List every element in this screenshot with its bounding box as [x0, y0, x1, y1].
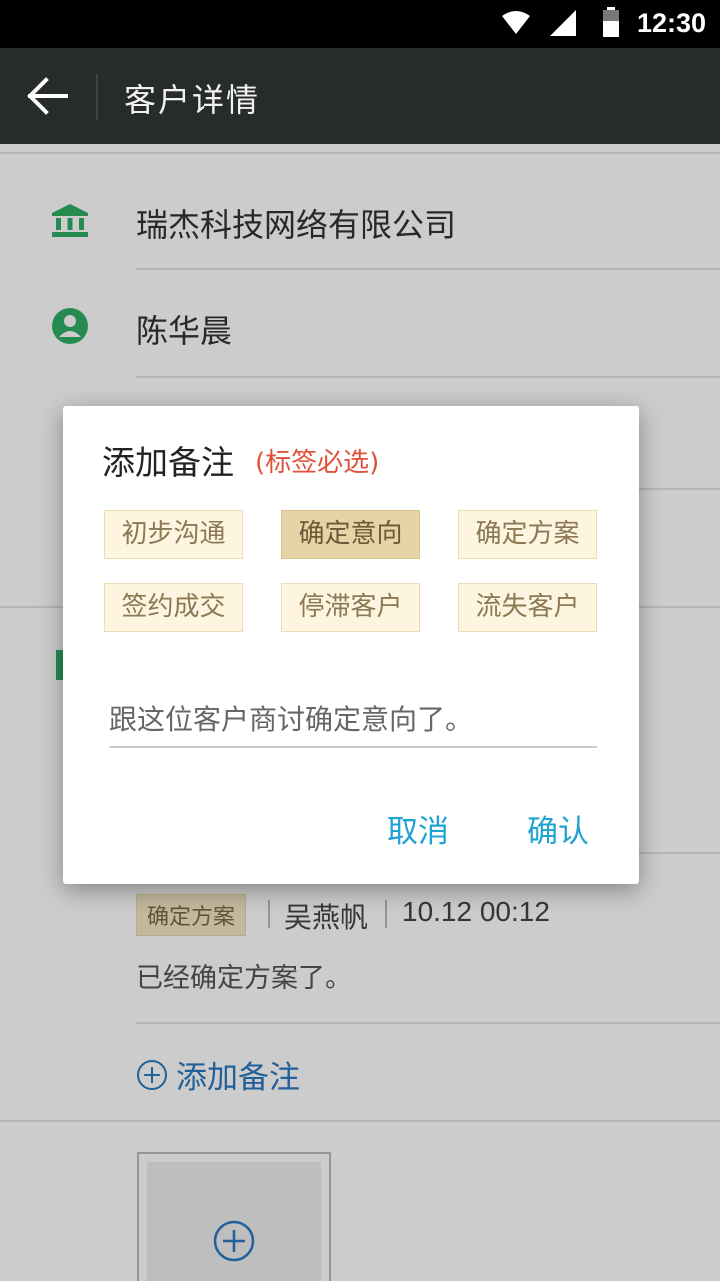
add-note-dialog: 添加备注 (标签必选) 初步沟通 确定意向 确定方案 签约成交 停滞客户 流失客… — [63, 406, 639, 884]
status-bar: 12:30 — [0, 0, 720, 48]
status-time: 12:30 — [636, 8, 706, 38]
back-arrow-icon[interactable] — [26, 76, 70, 116]
app-bar: 客户详情 — [0, 48, 720, 144]
tag-option[interactable]: 签约成交 — [104, 583, 243, 632]
app-bar-divider — [96, 74, 98, 120]
tag-option-selected[interactable]: 确定意向 — [281, 510, 420, 559]
battery-icon — [603, 7, 619, 37]
confirm-button[interactable]: 确认 — [527, 806, 589, 851]
tag-option[interactable]: 停滞客户 — [281, 583, 420, 632]
wifi-icon — [502, 11, 530, 34]
page-title: 客户详情 — [124, 81, 261, 119]
tag-option[interactable]: 确定方案 — [458, 510, 597, 559]
note-input[interactable] — [109, 690, 597, 748]
signal-icon — [550, 10, 576, 36]
dialog-hint: (标签必选) — [255, 448, 380, 478]
cancel-button[interactable]: 取消 — [387, 806, 449, 851]
tag-option[interactable]: 初步沟通 — [104, 510, 243, 559]
tag-option[interactable]: 流失客户 — [458, 583, 597, 632]
dialog-title: 添加备注 — [102, 443, 234, 482]
